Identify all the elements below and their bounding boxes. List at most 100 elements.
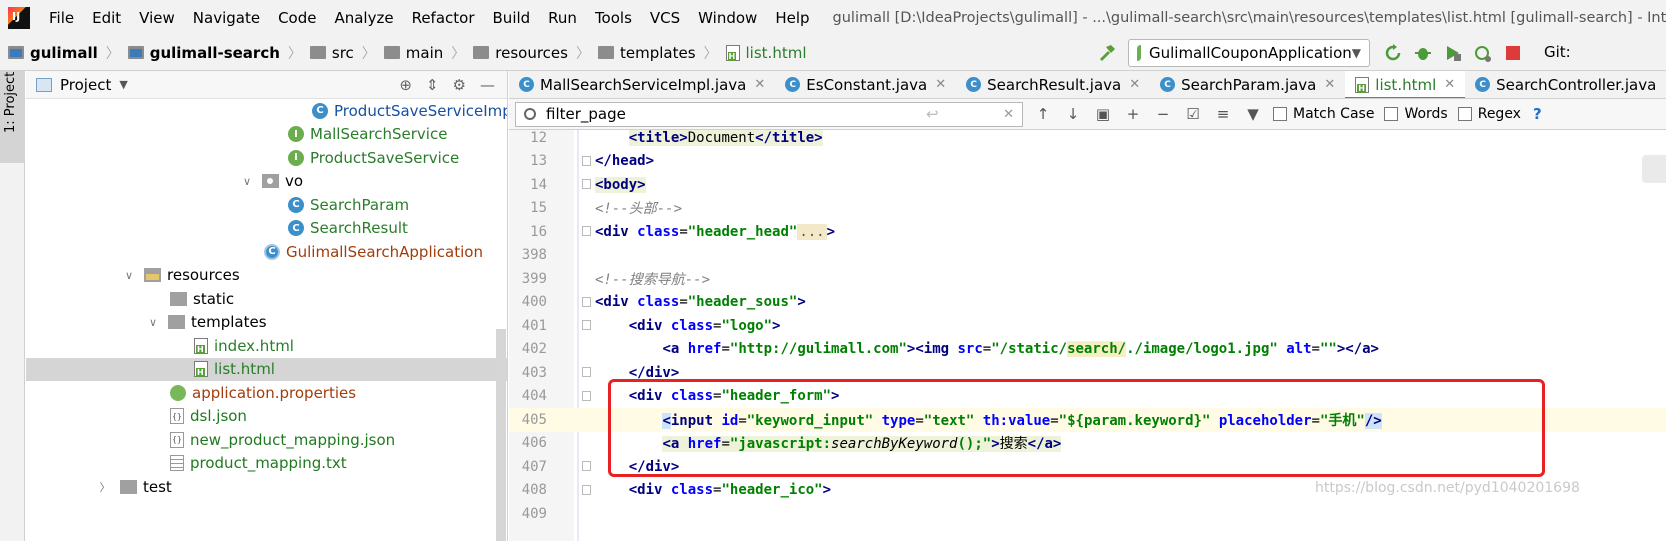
tree-item[interactable]: {} new_product_mapping.json bbox=[26, 428, 507, 452]
close-icon[interactable]: ✕ bbox=[935, 77, 946, 92]
menu-help[interactable]: Help bbox=[766, 9, 818, 27]
project-scrollbar[interactable] bbox=[496, 329, 506, 541]
collapse-all-icon[interactable]: ⇕ bbox=[426, 76, 439, 94]
breadcrumb-src[interactable]: src 〉 bbox=[302, 43, 376, 63]
menu-window[interactable]: Window bbox=[689, 9, 766, 27]
tab-searchcontroller[interactable]: CSearchController.java✕ bbox=[1465, 71, 1666, 98]
tab-list-html[interactable]: list.html ✕ bbox=[1345, 71, 1466, 98]
close-icon[interactable]: ✕ bbox=[1444, 77, 1455, 92]
browser-preview-icon[interactable] bbox=[1642, 155, 1666, 183]
words-checkbox[interactable]: Words bbox=[1384, 106, 1448, 122]
tab-searchresult[interactable]: C SearchResult.java ✕ bbox=[956, 71, 1150, 98]
tree-item[interactable]: C SearchResult bbox=[26, 217, 507, 241]
breadcrumb-gulimall[interactable]: gulimall 〉 bbox=[0, 43, 120, 63]
project-panel-header: Project ▼ ⊕ ⇕ ⚙ — bbox=[26, 71, 507, 99]
menu-file[interactable]: File bbox=[40, 9, 83, 27]
search-input[interactable] bbox=[546, 105, 926, 123]
minimize-icon[interactable]: — bbox=[480, 76, 495, 94]
coverage-icon[interactable] bbox=[1444, 44, 1462, 62]
chevron-right-icon[interactable]: 〉 bbox=[98, 479, 112, 495]
chevron-down-icon[interactable]: ∨ bbox=[240, 175, 254, 188]
breadcrumb-gulimall-search[interactable]: gulimall-search 〉 bbox=[120, 43, 302, 63]
select-all-occurrences-icon[interactable]: ▣ bbox=[1093, 104, 1113, 124]
folded-region-dots[interactable]: ... bbox=[797, 223, 827, 240]
tree-item[interactable]: 〉 test bbox=[26, 475, 507, 499]
fold-icon[interactable] bbox=[582, 484, 591, 495]
fold-icon[interactable] bbox=[582, 296, 591, 307]
menu-analyze[interactable]: Analyze bbox=[325, 9, 402, 27]
tab-esconstant[interactable]: C EsConstant.java ✕ bbox=[775, 71, 956, 98]
breadcrumb-resources[interactable]: resources 〉 bbox=[465, 43, 590, 63]
chevron-right-icon: 〉 bbox=[287, 45, 302, 62]
regex-checkbox[interactable]: Regex bbox=[1457, 106, 1521, 122]
menu-vcs[interactable]: VCS bbox=[641, 9, 689, 27]
fold-icon[interactable] bbox=[582, 226, 591, 236]
tree-item[interactable]: C GulimallSearchApplication bbox=[26, 240, 507, 264]
rerun-icon[interactable] bbox=[1384, 44, 1402, 62]
filter-icon[interactable]: ▼ bbox=[1243, 104, 1263, 124]
tree-item[interactable]: static bbox=[26, 287, 507, 311]
regex-help-icon[interactable]: ? bbox=[1533, 105, 1542, 123]
clear-icon[interactable]: ✕ bbox=[1003, 107, 1014, 122]
menu-build[interactable]: Build bbox=[484, 9, 540, 27]
chevron-down-icon[interactable]: ▼ bbox=[119, 78, 127, 91]
code-editor[interactable]: 12 <title>Document</title> 13 </head> 14 <… bbox=[509, 129, 1666, 541]
fold-icon[interactable] bbox=[582, 179, 591, 189]
newline-icon[interactable]: ↩ bbox=[926, 105, 939, 123]
tree-item[interactable]: ∨ resources bbox=[26, 264, 507, 288]
menu-code[interactable]: Code bbox=[269, 9, 325, 27]
tree-item[interactable]: {} dsl.json bbox=[26, 405, 507, 429]
fold-icon[interactable] bbox=[582, 461, 591, 471]
tree-item[interactable]: ∨ vo bbox=[26, 170, 507, 194]
menu-run[interactable]: Run bbox=[539, 9, 586, 27]
arrow-down-icon[interactable]: ↓ bbox=[1063, 104, 1083, 124]
menu-navigate[interactable]: Navigate bbox=[184, 9, 269, 27]
chevron-down-icon[interactable]: ∨ bbox=[122, 269, 136, 282]
git-label[interactable]: Git: bbox=[1544, 43, 1571, 61]
profiler-icon[interactable] bbox=[1474, 44, 1492, 62]
chevron-down-icon[interactable]: ∨ bbox=[146, 316, 160, 329]
tab-searchparam[interactable]: C SearchParam.java ✕ bbox=[1150, 71, 1345, 98]
find-field[interactable]: ↩ ✕ bbox=[515, 101, 1023, 127]
tree-item-label: dsl.json bbox=[190, 407, 247, 426]
project-tool-tab[interactable]: 1: Project bbox=[0, 71, 25, 163]
close-icon[interactable]: ✕ bbox=[1129, 77, 1140, 92]
toggle-selection-icon[interactable]: ☑ bbox=[1183, 104, 1203, 124]
tree-item[interactable]: application.properties bbox=[26, 381, 507, 405]
debug-bug-icon[interactable] bbox=[1414, 44, 1432, 62]
fold-icon[interactable] bbox=[582, 367, 591, 377]
breadcrumb-main[interactable]: main 〉 bbox=[376, 43, 465, 63]
tree-item[interactable]: I MallSearchService bbox=[26, 123, 507, 147]
fold-icon[interactable] bbox=[582, 155, 591, 166]
fold-icon[interactable] bbox=[582, 320, 591, 330]
close-icon[interactable]: ✕ bbox=[754, 77, 765, 92]
menu-view[interactable]: View bbox=[130, 9, 184, 27]
fold-icon[interactable] bbox=[582, 390, 591, 401]
locate-target-icon[interactable]: ⊕ bbox=[399, 76, 412, 94]
add-selection-icon[interactable]: + bbox=[1123, 104, 1143, 124]
remove-selection-icon[interactable]: − bbox=[1153, 104, 1173, 124]
menu-edit[interactable]: Edit bbox=[83, 9, 130, 27]
tree-item[interactable]: C SearchParam bbox=[26, 193, 507, 217]
arrow-up-icon[interactable]: ↑ bbox=[1033, 104, 1053, 124]
tree-item[interactable]: index.html bbox=[26, 334, 507, 358]
project-panel-title[interactable]: Project bbox=[60, 76, 111, 94]
menu-tools[interactable]: Tools bbox=[586, 9, 641, 27]
menu-refactor[interactable]: Refactor bbox=[403, 9, 484, 27]
tree-item[interactable]: ∨ templates bbox=[26, 311, 507, 335]
breadcrumb-templates[interactable]: templates 〉 bbox=[590, 43, 718, 63]
gear-icon[interactable]: ⚙ bbox=[453, 76, 466, 94]
tab-mallsearchserviceimpl[interactable]: C MallSearchServiceImpl.java ✕ bbox=[509, 71, 775, 98]
tree-item-label: resources bbox=[167, 266, 240, 285]
close-icon[interactable]: ✕ bbox=[1324, 77, 1335, 92]
breadcrumb-list-html[interactable]: list.html bbox=[718, 44, 806, 62]
tree-item[interactable]: I ProductSaveService bbox=[26, 146, 507, 170]
stop-icon[interactable] bbox=[1504, 44, 1522, 62]
tree-item-selected[interactable]: list.html bbox=[26, 357, 507, 381]
run-configuration-select[interactable]: GulimallCouponApplication ▼ bbox=[1128, 39, 1370, 67]
build-hammer-icon[interactable] bbox=[1098, 44, 1116, 62]
tree-item[interactable]: product_mapping.txt bbox=[26, 452, 507, 476]
multiline-icon[interactable]: ≡ bbox=[1213, 104, 1233, 124]
match-case-checkbox[interactable]: Match Case bbox=[1273, 106, 1374, 122]
tree-item[interactable]: C ProductSaveServiceImp bbox=[26, 99, 507, 123]
